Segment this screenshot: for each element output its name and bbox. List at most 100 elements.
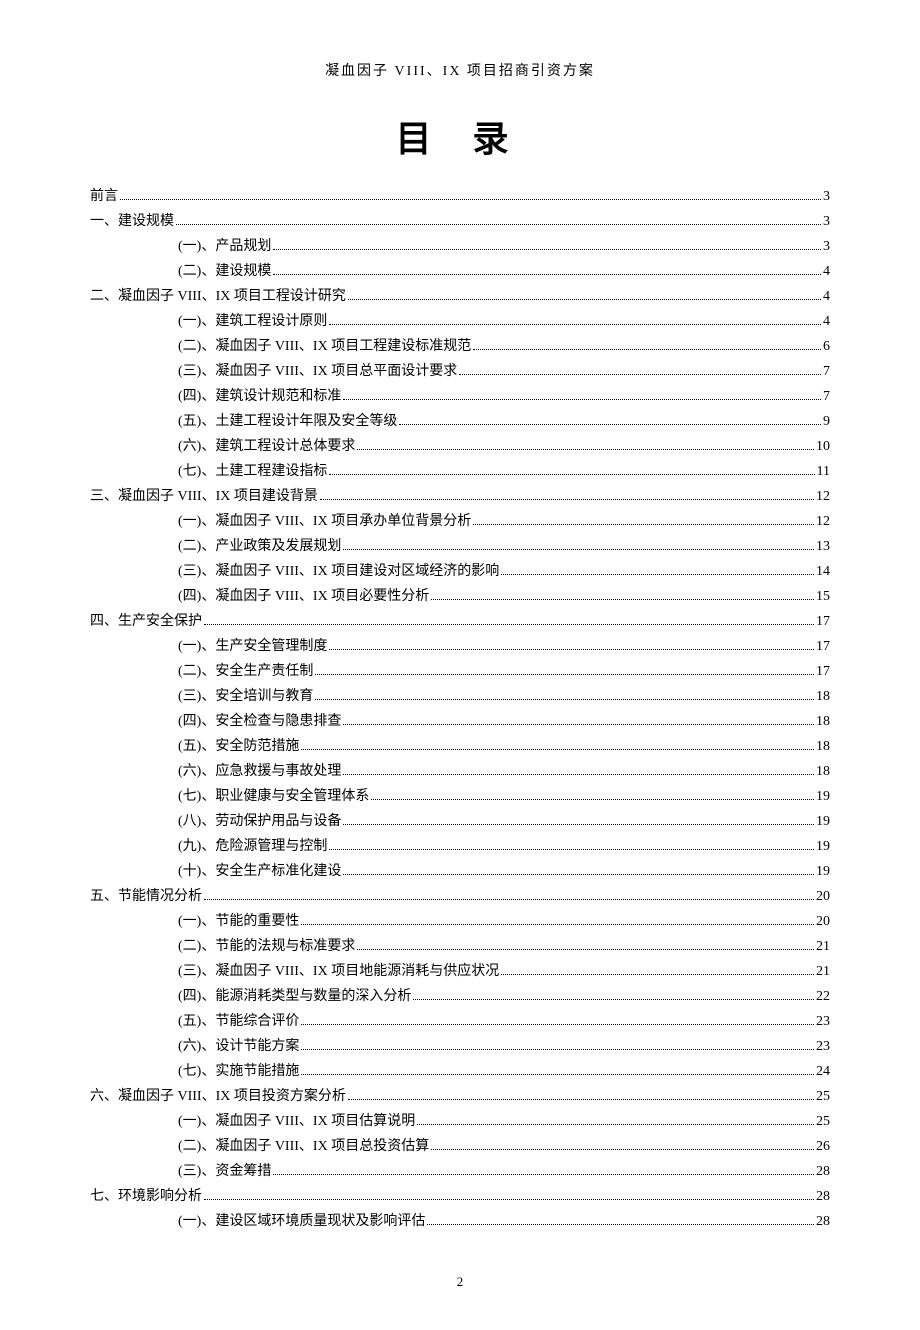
toc-entry: 七、环境影响分析 28 <box>90 1184 830 1209</box>
toc-entry-page: 3 <box>823 240 830 254</box>
document-page: 凝血因子 VIII、IX 项目招商引资方案 目 录 前言3 一、建设规模 3 (一)、… <box>0 0 920 1330</box>
toc-leader-dots <box>343 724 814 725</box>
toc-entry: (八)、劳动保护用品与设备19 <box>90 809 830 834</box>
toc-entry-page: 25 <box>816 1090 830 1104</box>
toc-entry-page: 19 <box>816 840 830 854</box>
toc-entry: (四)、能源消耗类型与数量的深入分析22 <box>90 984 830 1009</box>
toc-entry: (六)、应急救援与事故处理 18 <box>90 759 830 784</box>
toc-entry-label: (一)、生产安全管理制度 <box>178 640 327 654</box>
toc-leader-dots <box>348 299 821 300</box>
toc-entry: (九)、危险源管理与控制 19 <box>90 834 830 859</box>
toc-leader-dots <box>301 749 814 750</box>
toc-entry-label: (六)、应急救援与事故处理 <box>178 765 341 779</box>
toc-entry-label: 五、节能情况分析 <box>90 890 202 904</box>
toc-entry: (五)、安全防范措施18 <box>90 734 830 759</box>
toc-entry-label: (四)、凝血因子 VIII、IX 项目必要性分析 <box>178 590 429 604</box>
toc-entry: (二)、产业政策及发展规划 13 <box>90 534 830 559</box>
toc-entry-page: 24 <box>816 1065 830 1079</box>
toc-entry-page: 13 <box>816 540 830 554</box>
toc-entry-page: 7 <box>823 390 830 404</box>
toc-entry: (一)、凝血因子 VIII、IX 项目估算说明 25 <box>90 1109 830 1134</box>
toc-title: 目 录 <box>90 110 830 162</box>
toc-leader-dots <box>343 549 814 550</box>
toc-leader-dots <box>343 874 814 875</box>
toc-entry-label: 七、环境影响分析 <box>90 1190 202 1204</box>
toc-leader-dots <box>413 999 814 1000</box>
toc-leader-dots <box>329 324 821 325</box>
toc-entry-page: 6 <box>823 340 830 354</box>
toc-entry-page: 4 <box>823 290 830 304</box>
toc-entry-page: 26 <box>816 1140 830 1154</box>
toc-entry-page: 23 <box>816 1015 830 1029</box>
toc-entry-label: (一)、产品规划 <box>178 240 271 254</box>
toc-leader-dots <box>301 1049 814 1050</box>
toc-entry-page: 17 <box>816 615 830 629</box>
toc-leader-dots <box>343 399 821 400</box>
toc-leader-dots <box>315 674 814 675</box>
toc-entry: (七)、职业健康与安全管理体系19 <box>90 784 830 809</box>
toc-entry-label: (三)、凝血因子 VIII、IX 项目总平面设计要求 <box>178 365 457 379</box>
toc-entry-label: (一)、节能的重要性 <box>178 915 299 929</box>
toc-leader-dots <box>301 1074 814 1075</box>
toc-entry-label: 六、凝血因子 VIII、IX 项目投资方案分析 <box>90 1090 346 1104</box>
toc-entry-label: (二)、节能的法规与标准要求 <box>178 940 355 954</box>
toc-entry-label: (二)、产业政策及发展规划 <box>178 540 341 554</box>
toc-entry-page: 28 <box>816 1215 830 1229</box>
toc-leader-dots <box>120 199 821 200</box>
toc-entry-label: (五)、安全防范措施 <box>178 740 299 754</box>
toc-entry-page: 3 <box>823 215 830 229</box>
toc-leader-dots <box>501 574 814 575</box>
toc-leader-dots <box>431 1149 814 1150</box>
toc-entry-page: 25 <box>816 1115 830 1129</box>
toc-entry-label: (六)、建筑工程设计总体要求 <box>178 440 355 454</box>
toc-entry: 前言3 <box>90 184 830 209</box>
toc-entry-label: 一、建设规模 <box>90 215 174 229</box>
toc-entry-page: 28 <box>816 1165 830 1179</box>
toc-leader-dots <box>417 1124 814 1125</box>
toc-entry-page: 28 <box>816 1190 830 1204</box>
toc-entry-label: (五)、节能综合评价 <box>178 1015 299 1029</box>
toc-leader-dots <box>348 1099 814 1100</box>
toc-entry-label: (四)、能源消耗类型与数量的深入分析 <box>178 990 411 1004</box>
toc-entry: 四、生产安全保护17 <box>90 609 830 634</box>
toc-entry: (二)、凝血因子 VIII、IX 项目总投资估算 26 <box>90 1134 830 1159</box>
toc-leader-dots <box>473 349 821 350</box>
toc-entry: (二)、安全生产责任制17 <box>90 659 830 684</box>
toc-entry-label: (七)、土建工程建设指标 <box>178 465 327 479</box>
toc-entry: (三)、安全培训与教育18 <box>90 684 830 709</box>
toc-entry-label: (四)、安全检查与隐患排查 <box>178 715 341 729</box>
toc-entry-page: 18 <box>816 765 830 779</box>
toc-entry: (一)、节能的重要性20 <box>90 909 830 934</box>
toc-leader-dots <box>427 1224 814 1225</box>
toc-entry: (二)、节能的法规与标准要求21 <box>90 934 830 959</box>
toc-leader-dots <box>204 624 814 625</box>
toc-leader-dots <box>273 274 821 275</box>
toc-leader-dots <box>301 924 814 925</box>
toc-leader-dots <box>431 599 814 600</box>
toc-entry: 五、节能情况分析20 <box>90 884 830 909</box>
page-header: 凝血因子 VIII、IX 项目招商引资方案 <box>90 60 830 80</box>
toc-entry-label: 三、凝血因子 VIII、IX 项目建设背景 <box>90 490 318 504</box>
toc-entry: 一、建设规模 3 <box>90 209 830 234</box>
toc-entry-label: (四)、建筑设计规范和标准 <box>178 390 341 404</box>
toc-entry: 二、凝血因子 VIII、IX 项目工程设计研究4 <box>90 284 830 309</box>
toc-leader-dots <box>301 1024 814 1025</box>
toc-leader-dots <box>459 374 821 375</box>
toc-leader-dots <box>473 524 814 525</box>
toc-entry-label: (九)、危险源管理与控制 <box>178 840 327 854</box>
toc-entry: (五)、节能综合评价 23 <box>90 1009 830 1034</box>
toc-entry-page: 10 <box>816 440 830 454</box>
toc-entry-page: 3 <box>823 190 830 204</box>
toc-entry-label: (七)、实施节能措施 <box>178 1065 299 1079</box>
toc-entry-page: 17 <box>816 640 830 654</box>
toc-entry-label: (一)、凝血因子 VIII、IX 项目估算说明 <box>178 1115 415 1129</box>
toc-leader-dots <box>320 499 814 500</box>
toc-entry-label: (二)、凝血因子 VIII、IX 项目总投资估算 <box>178 1140 429 1154</box>
toc-entry: (三)、凝血因子 VIII、IX 项目建设对区域经济的影响14 <box>90 559 830 584</box>
toc-entry-label: (五)、土建工程设计年限及安全等级 <box>178 415 397 429</box>
toc-entry-page: 19 <box>816 815 830 829</box>
toc-entry-label: (一)、建设区域环境质量现状及影响评估 <box>178 1215 425 1229</box>
toc-entry: (四)、建筑设计规范和标准 7 <box>90 384 830 409</box>
toc-entry-page: 23 <box>816 1040 830 1054</box>
toc-entry: 三、凝血因子 VIII、IX 项目建设背景12 <box>90 484 830 509</box>
